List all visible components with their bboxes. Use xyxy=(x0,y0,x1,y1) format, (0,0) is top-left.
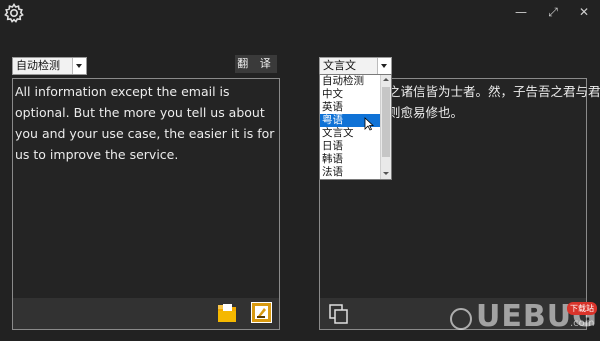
target-language-value: 文言文 xyxy=(323,59,356,72)
source-text-panel[interactable]: All information except the email is opti… xyxy=(12,78,280,330)
folder-icon[interactable] xyxy=(217,303,237,323)
maximize-button[interactable]: ⤢ xyxy=(545,4,561,20)
settings-gear-icon[interactable] xyxy=(3,2,25,24)
target-language-dropdown[interactable]: 自动检测 中文 英语 粤语 文言文 日语 韩语 法语 xyxy=(319,74,392,180)
watermark-domain: .com xyxy=(570,318,595,329)
mouse-cursor-icon xyxy=(364,116,375,131)
source-text[interactable]: All information except the email is opti… xyxy=(15,81,277,165)
clear-icon[interactable] xyxy=(251,302,272,323)
source-language-value: 自动检测 xyxy=(16,59,60,72)
source-language-select[interactable]: 自动检测 xyxy=(12,57,87,75)
target-language-select[interactable]: 文言文 xyxy=(319,57,392,75)
title-bar: — ⤢ ✕ xyxy=(0,0,600,26)
minimize-button[interactable]: — xyxy=(513,4,529,20)
translate-button[interactable]: 翻 译 xyxy=(235,55,277,73)
target-text-line-1: 之诸信皆为士者。然，子告吾之君与君 xyxy=(388,84,600,99)
copy-icon[interactable] xyxy=(329,304,349,324)
scroll-down-icon[interactable] xyxy=(381,169,391,179)
scrollbar-thumb[interactable] xyxy=(382,87,390,157)
chevron-down-icon xyxy=(377,58,391,74)
watermark-circle-icon xyxy=(450,308,472,330)
source-panel-footer xyxy=(13,298,279,329)
dropdown-scrollbar[interactable] xyxy=(380,75,391,179)
close-button[interactable]: ✕ xyxy=(576,4,592,20)
target-text-line-2: 则愈易修也。 xyxy=(388,105,464,120)
chevron-down-icon xyxy=(72,58,86,74)
scroll-up-icon[interactable] xyxy=(381,75,391,85)
watermark-logo: UEBUG 下载站 .com xyxy=(440,296,600,341)
watermark-tag: 下载站 xyxy=(567,302,597,315)
